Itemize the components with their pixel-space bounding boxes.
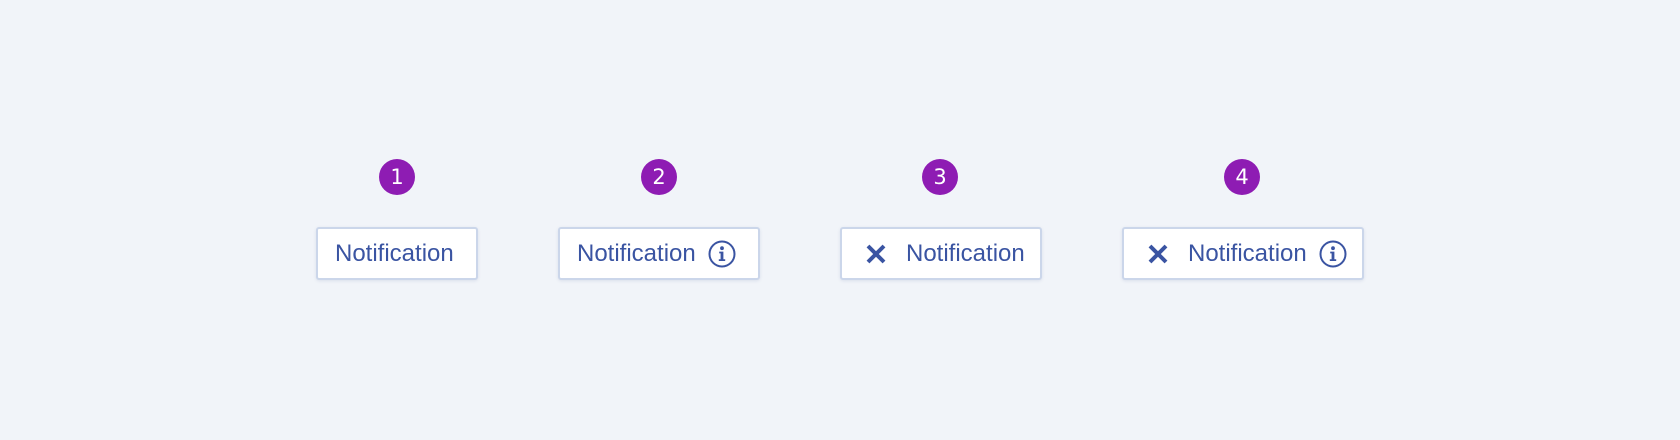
notification-tag-4[interactable]: Notification [1122, 227, 1364, 280]
notification-tag-3[interactable]: Notification [840, 227, 1042, 280]
variant-number-badge-4: 4 [1224, 159, 1260, 195]
close-icon[interactable] [864, 242, 888, 266]
info-icon[interactable] [708, 240, 736, 268]
tag-label: Notification [906, 239, 1025, 267]
notification-tag-2[interactable]: Notification [558, 227, 760, 280]
variant-number-badge-2: 2 [641, 159, 677, 195]
variant-number-badge-3: 3 [922, 159, 958, 195]
notification-tag-1[interactable]: Notification [316, 227, 478, 280]
close-icon[interactable] [1146, 242, 1170, 266]
tag-label: Notification [335, 239, 454, 267]
info-icon[interactable] [1319, 240, 1347, 268]
tag-variants-canvas: 1 Notification 2 Notification 3 Notifica… [0, 0, 1680, 440]
tag-label: Notification [577, 239, 696, 267]
variant-number-badge-1: 1 [379, 159, 415, 195]
tag-label: Notification [1188, 239, 1307, 267]
